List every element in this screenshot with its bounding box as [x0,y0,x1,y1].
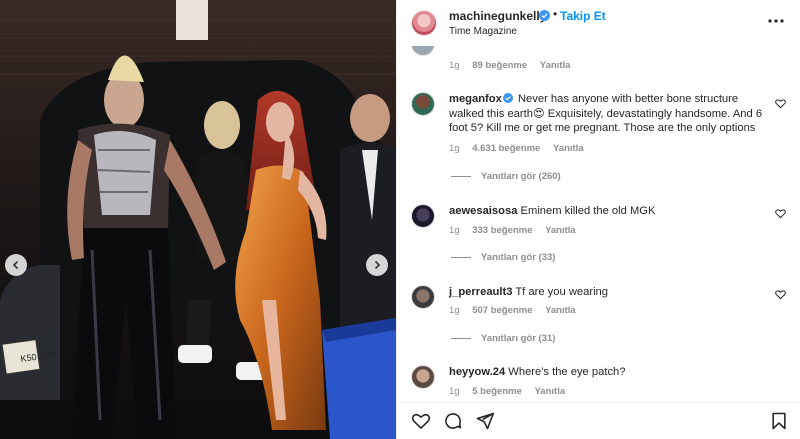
next-photo-button[interactable] [366,254,388,276]
comments-panel: machinegunkelly • Takip Et Time Magazine… [396,0,800,439]
comment-text: Tf are you wearing [515,286,608,298]
heart-eyes-emoji: 😍 [532,107,545,120]
bookmark-icon[interactable] [769,411,789,431]
comment-username[interactable]: meganfox [449,93,502,105]
view-replies-label: Yanıtları gör (260) [481,171,561,182]
comment-body: meganfox Never has anyone with better bo… [449,92,769,136]
replies-divider [451,337,471,339]
comment-body: j_perreault3 Tf are you wearing [449,285,769,300]
more-horizontal-icon[interactable] [767,12,785,30]
commenter-avatar[interactable] [411,46,435,56]
view-replies-button[interactable]: Yanıtları gör (260) [451,171,561,182]
comment-time: 1g [449,60,460,71]
comment-text: Eminem killed the old MGK [520,205,656,217]
reply-button[interactable]: Yanıtla [553,143,584,154]
view-replies-button[interactable]: Yanıtları gör (31) [451,333,555,344]
comment-meta: 1g 333 beğenme Yanıtla [449,225,586,236]
post-header: machinegunkelly • Takip Et Time Magazine [397,0,800,46]
replies-divider [451,256,471,258]
reply-button[interactable]: Yanıtla [535,386,566,397]
comment-likes[interactable]: 4.631 beğenme [472,143,540,154]
post-viewer: K50 J5R machinegunkelly • Takip Et Time … [0,0,800,439]
heart-icon[interactable] [411,411,431,431]
commenter-avatar[interactable] [411,285,435,309]
post-photo: K50 J5R [0,0,396,439]
commenter-avatar[interactable] [411,365,435,389]
comment-body: heyyow.24 Where's the eye patch? [449,365,769,380]
comment-time: 1g [449,386,460,397]
comment-likes[interactable]: 89 beğenme [472,60,527,71]
comment-username[interactable]: aewesaisosa [449,205,517,217]
verified-badge-icon [502,93,513,103]
comment-username[interactable]: j_perreault3 [449,286,512,298]
reply-button[interactable]: Yanıtla [545,305,576,316]
chevron-left-icon [12,260,19,270]
comment-time: 1g [449,143,460,154]
comment-body: aewesaisosa Eminem killed the old MGK [449,204,769,219]
comment-username[interactable]: heyyow.24 [449,366,505,378]
replies-divider [451,175,471,177]
author-avatar[interactable] [411,10,437,36]
like-comment-heart-icon[interactable] [775,208,786,219]
comment-list: 1g 89 beğenme Yanıtla meganfox Never has… [397,46,800,402]
comment-meta: 1g 4.631 beğenme Yanıtla [449,143,594,154]
commenter-avatar[interactable] [411,92,435,116]
verified-badge-icon [539,10,550,21]
like-comment-heart-icon[interactable] [775,289,786,300]
view-replies-button[interactable]: Yanıtları gör (33) [451,252,555,263]
previous-photo-button[interactable] [5,254,27,276]
comment-likes[interactable]: 507 beğenme [472,305,532,316]
comment-meta: 1g 507 beğenme Yanıtla [449,305,586,316]
comment-time: 1g [449,225,460,236]
header-separator: • [553,7,558,21]
post-action-bar [397,402,800,439]
comment-meta: 1g 89 beğenme Yanıtla [449,60,580,71]
comment-likes[interactable]: 333 beğenme [472,225,532,236]
author-username[interactable]: machinegunkelly [449,9,546,23]
follow-button[interactable]: Takip Et [560,9,606,23]
reply-button[interactable]: Yanıtla [540,60,571,71]
comment-time: 1g [449,305,460,316]
chevron-right-icon [374,260,381,270]
post-media: K50 J5R [0,0,396,439]
comment-likes[interactable]: 5 beğenme [472,386,522,397]
comment-icon[interactable] [443,411,463,431]
view-replies-label: Yanıtları gör (33) [481,252,556,263]
reply-button[interactable]: Yanıtla [545,225,576,236]
view-replies-label: Yanıtları gör (31) [481,333,556,344]
post-location[interactable]: Time Magazine [449,26,517,37]
comment-text: Where's the eye patch? [508,366,626,378]
commenter-avatar[interactable] [411,204,435,228]
share-icon[interactable] [475,411,495,431]
comment-meta: 1g 5 beğenme Yanıtla [449,386,575,397]
like-comment-heart-icon[interactable] [775,98,786,109]
